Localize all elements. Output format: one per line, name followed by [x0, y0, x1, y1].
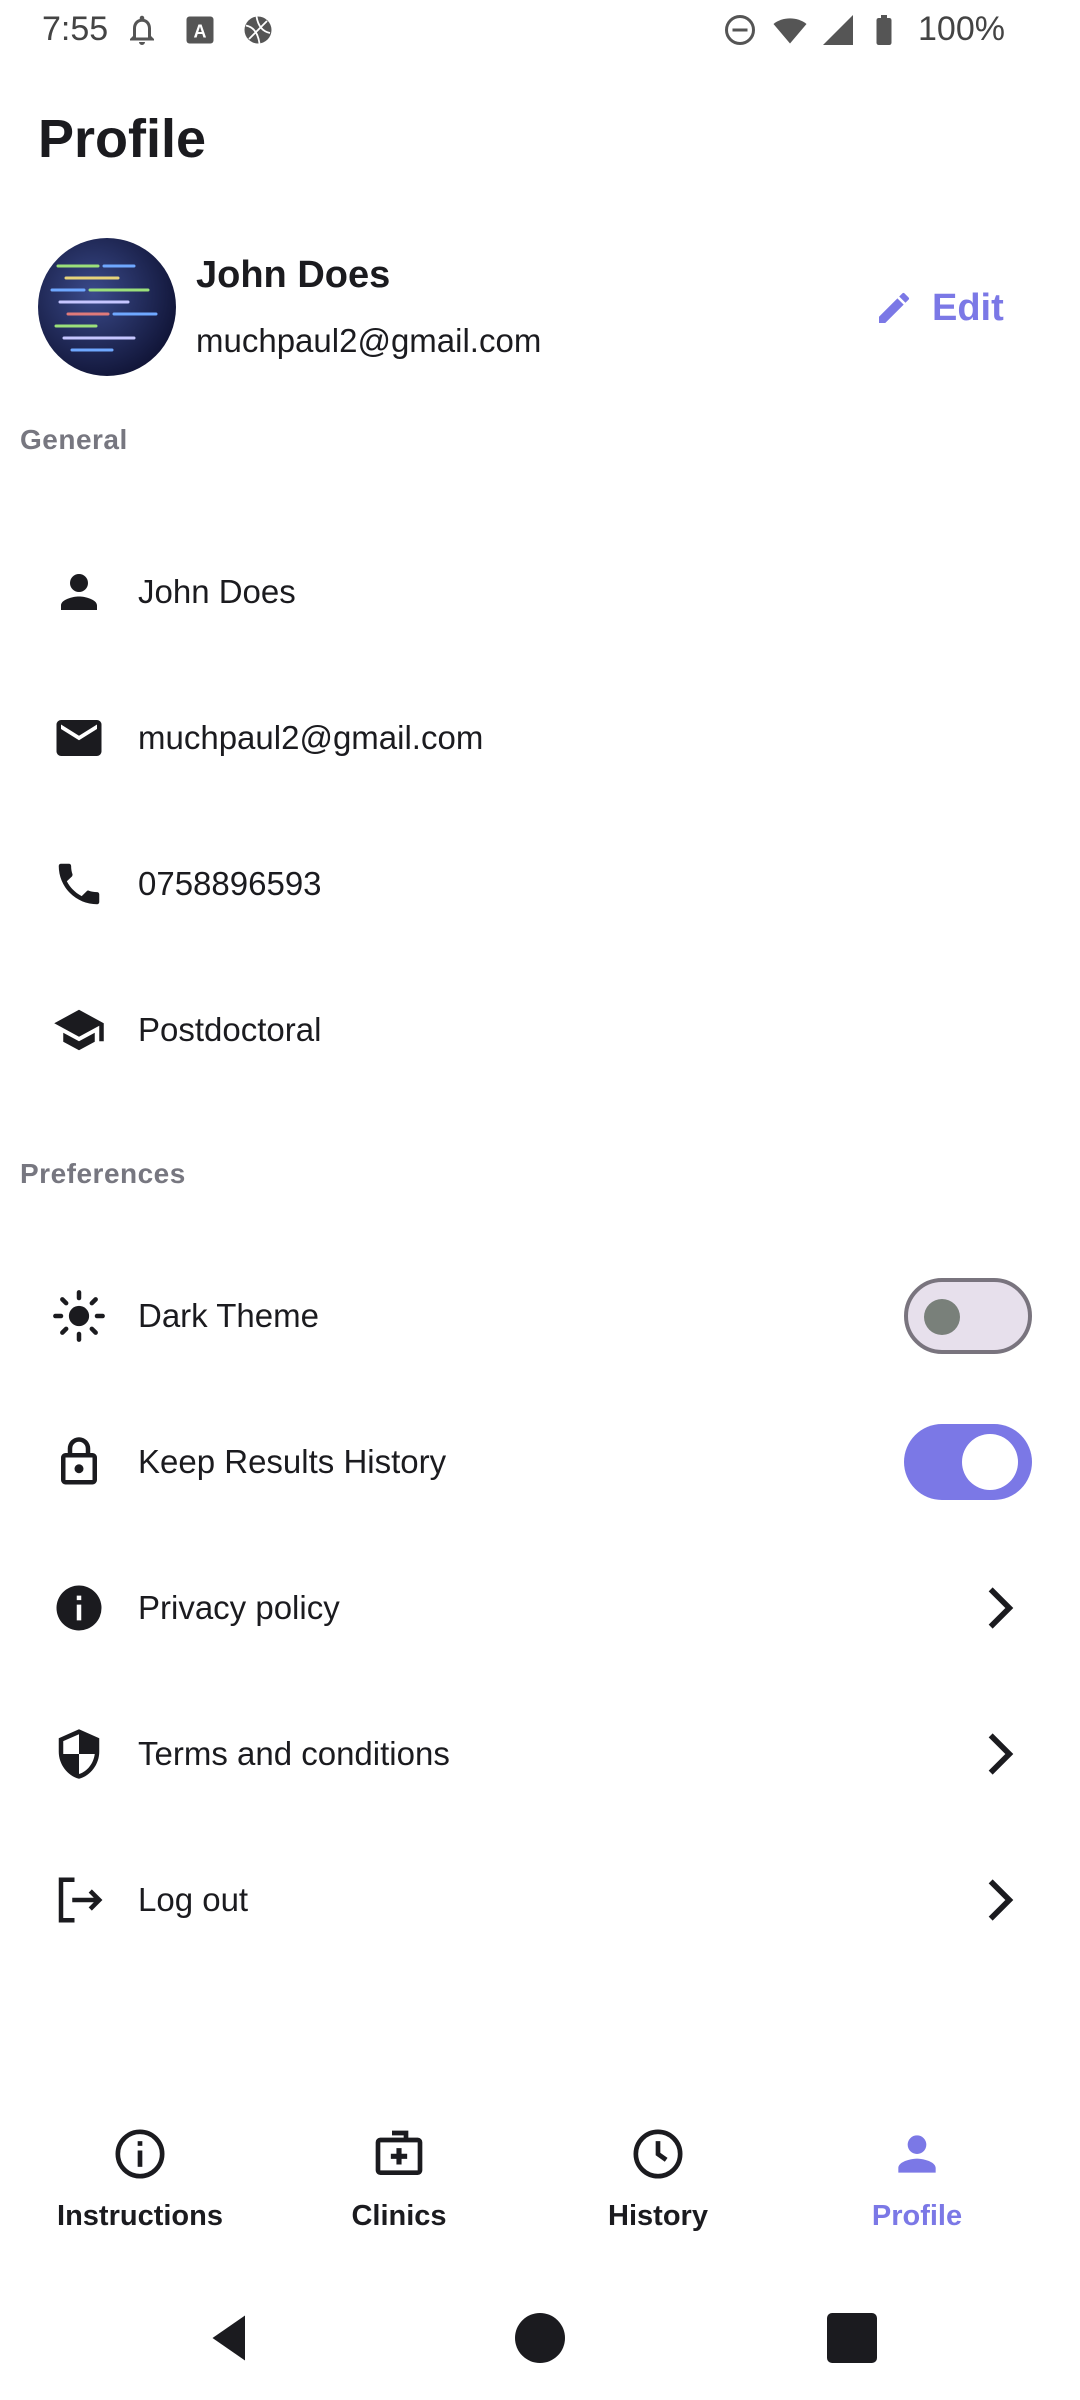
- nav-profile[interactable]: Profile: [782, 2100, 1052, 2250]
- general-item-education: Postdoctoral: [0, 970, 1080, 1090]
- section-label-general: General: [20, 424, 128, 455]
- battery-percentage: 100%: [918, 10, 1005, 48]
- back-icon[interactable]: [200, 2308, 260, 2368]
- nav-instructions-label: Instructions: [57, 2200, 223, 2232]
- dark-theme-label: Dark Theme: [138, 1297, 319, 1334]
- preference-log-out[interactable]: Log out: [0, 1840, 1080, 1960]
- switch-knob: [924, 1299, 960, 1335]
- keep-results-history-switch[interactable]: [904, 1424, 1032, 1500]
- keep-results-history-label: Keep Results History: [138, 1443, 447, 1480]
- basketball-icon: [244, 16, 272, 44]
- battery-icon: [876, 15, 892, 45]
- status-time: 7:55: [42, 10, 109, 48]
- phone-value: 0758896593: [138, 865, 322, 902]
- page-title: Profile: [38, 109, 207, 169]
- chevron-right-icon: [988, 1587, 1014, 1629]
- nav-clinics[interactable]: Clinics: [264, 2100, 534, 2250]
- svg-text:A: A: [194, 22, 207, 42]
- graduation-cap-icon: [52, 1003, 106, 1057]
- bell-icon: [130, 15, 154, 45]
- switch-knob: [962, 1434, 1018, 1490]
- section-label-preferences: Preferences: [20, 1158, 186, 1189]
- shield-icon: [52, 1727, 106, 1781]
- phone-icon: [52, 857, 106, 911]
- bottom-navigation: Instructions Clinics History Profile: [0, 2100, 1080, 2250]
- nav-history-label: History: [608, 2200, 708, 2232]
- education-value: Postdoctoral: [138, 1011, 322, 1048]
- preference-privacy-policy[interactable]: Privacy policy: [0, 1548, 1080, 1668]
- preference-keep-results-history[interactable]: Keep Results History: [0, 1402, 1080, 1522]
- recents-icon[interactable]: [822, 2308, 882, 2368]
- chevron-right-icon: [988, 1879, 1014, 1921]
- chevron-right-icon: [988, 1733, 1014, 1775]
- wifi-icon: [773, 18, 807, 44]
- status-bar: 7:55 A 100%: [0, 0, 1080, 62]
- pencil-icon: [879, 292, 909, 323]
- cellular-icon: [823, 15, 853, 45]
- avatar[interactable]: [38, 238, 176, 376]
- system-navigation-bar: [0, 2280, 1080, 2400]
- nav-profile-label: Profile: [871, 2200, 963, 2232]
- profile-name: John Does: [196, 254, 391, 296]
- info-outline-icon: [115, 2129, 165, 2179]
- text-a-icon: A: [186, 16, 214, 44]
- logout-icon: [52, 1873, 106, 1927]
- avatar-code-image: [38, 238, 176, 376]
- preference-terms-and-conditions[interactable]: Terms and conditions: [0, 1694, 1080, 1814]
- general-item-name: John Does: [0, 532, 1080, 652]
- info-icon: [52, 1581, 106, 1635]
- nav-instructions[interactable]: Instructions: [5, 2100, 275, 2250]
- profile-email: muchpaul2@gmail.com: [196, 322, 542, 359]
- person-icon: [898, 2135, 936, 2173]
- do-not-disturb-icon: [725, 15, 755, 45]
- log-out-label: Log out: [138, 1881, 249, 1918]
- edit-profile-button[interactable]: Edit: [874, 280, 1004, 336]
- sun-icon: [52, 1289, 106, 1343]
- email-value: muchpaul2@gmail.com: [138, 719, 484, 756]
- mail-icon: [52, 711, 106, 765]
- dark-theme-switch[interactable]: [904, 1278, 1032, 1354]
- terms-and-conditions-label: Terms and conditions: [138, 1735, 450, 1772]
- edit-label: Edit: [932, 286, 1004, 329]
- name-value: John Does: [138, 573, 296, 610]
- medical-kit-icon: [375, 2130, 423, 2175]
- nav-history[interactable]: History: [523, 2100, 793, 2250]
- general-item-email: muchpaul2@gmail.com: [0, 678, 1080, 798]
- person-icon: [52, 565, 106, 619]
- nav-clinics-label: Clinics: [351, 2200, 447, 2232]
- home-icon[interactable]: [510, 2308, 570, 2368]
- lock-icon: [52, 1435, 106, 1489]
- general-item-phone: 0758896593: [0, 824, 1080, 944]
- privacy-policy-label: Privacy policy: [138, 1589, 340, 1626]
- clock-icon: [633, 2129, 683, 2179]
- preference-dark-theme[interactable]: Dark Theme: [0, 1256, 1080, 1376]
